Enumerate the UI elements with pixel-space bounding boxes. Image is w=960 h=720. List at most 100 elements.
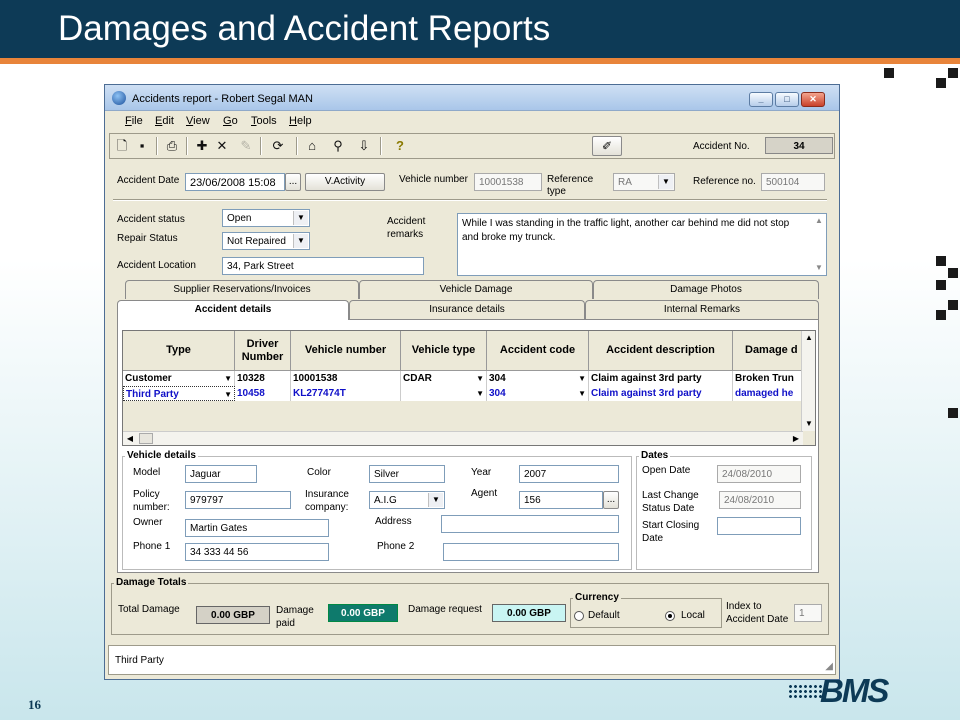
tab-accident-details[interactable]: Accident details [117,300,349,320]
model-field[interactable]: Jaguar [185,465,257,483]
scroll-up-icon[interactable]: ▲ [802,331,815,345]
accident-location-field[interactable]: 34, Park Street [222,257,424,275]
tab-insurance-details[interactable]: Insurance details [349,300,585,319]
toolbar-separator [260,137,262,155]
scroll-right-icon[interactable]: ▶ [789,432,803,445]
column-header-type[interactable]: Type [123,331,235,371]
report-icon[interactable]: ✐ [592,136,622,156]
phone2-field[interactable] [443,543,619,561]
last-change-status-date-field[interactable]: 24/08/2010 [719,491,801,509]
table-row[interactable]: Customer ▼ 10328 10001538 CDAR ▼ 304 ▼ Clai… [123,371,803,386]
cell-accident-description[interactable]: Claim against 3rd party [589,371,733,386]
minimize-button[interactable]: _ [749,92,773,107]
reference-no-label: Reference no. [693,176,756,187]
policy-number-field[interactable]: 979797 [185,491,291,509]
column-header-vehicle-number[interactable]: Vehicle number [291,331,401,371]
export-icon[interactable]: ⇩ [356,138,372,154]
grid-horizontal-scrollbar[interactable]: ◀ ▶ [123,431,803,445]
cell-damage-description[interactable]: Broken Trun [733,371,803,386]
chevron-down-icon: ▼ [428,493,443,507]
delete-icon[interactable]: ✕ [214,138,230,154]
menu-tools[interactable]: Tools [251,115,277,127]
accident-location-label: Accident Location [117,260,196,271]
accident-status-value: Open [227,213,252,224]
menu-go[interactable]: Go [223,115,238,127]
column-header-accident-code[interactable]: Accident code [487,331,589,371]
print-icon[interactable]: ⎙ [164,138,180,154]
year-field[interactable]: 2007 [519,465,619,483]
phone1-field[interactable]: 34 333 44 56 [185,543,329,561]
cell-type[interactable]: Third Party ▼ [123,386,235,401]
cell-accident-description[interactable]: Claim against 3rd party [589,386,733,401]
menu-view[interactable]: View [186,115,210,127]
repair-status-select[interactable]: Not Repaired ▼ [222,232,310,250]
menu-bar: File Edit View Go Tools Help [105,111,839,131]
accident-date-picker-button[interactable]: ... [285,173,301,191]
add-icon[interactable]: ✚ [194,138,210,154]
owner-label: Owner [133,517,163,528]
cell-vehicle-number[interactable]: KL277474T [291,386,401,401]
grid-vertical-scrollbar[interactable]: ▲ ▼ [801,331,815,431]
accident-date-field[interactable]: 23/06/2008 15:08 [185,173,285,191]
cell-type[interactable]: Customer ▼ [123,371,235,386]
save-icon[interactable]: ▪ [134,138,150,154]
open-date-field[interactable]: 24/08/2010 [717,465,801,483]
table-row[interactable]: Third Party ▼ 10458 KL277474T ▼ 304 ▼ Clai… [123,386,803,401]
cell-accident-code[interactable]: 304 ▼ [487,371,589,386]
reference-no-field[interactable]: 500104 [761,173,825,191]
index-to-accident-date-field[interactable]: 1 [794,604,822,622]
vehicle-number-field[interactable]: 10001538 [474,173,542,191]
owner-field[interactable]: Martin Gates [185,519,329,537]
color-field[interactable]: Silver [369,465,445,483]
insurance-company-label: Insurance company: [305,489,349,513]
scroll-up-icon[interactable]: ▲ [812,214,826,228]
scroll-left-icon[interactable]: ◀ [123,432,137,445]
agent-lookup-button[interactable]: ... [603,491,619,509]
resize-grip-icon[interactable]: ◢ [825,661,833,672]
accident-remarks-field[interactable]: While I was standing in the traffic ligh… [457,213,827,276]
new-icon[interactable]: 🗋 [114,138,130,154]
cell-damage-description[interactable]: damaged he [733,386,803,401]
accident-no-field: 34 [765,137,833,154]
decor-square [884,68,894,78]
cell-driver-number[interactable]: 10458 [235,386,291,401]
find-icon[interactable]: ⚲ [330,138,346,154]
accident-status-select[interactable]: Open ▼ [222,209,310,227]
scroll-down-icon[interactable]: ▼ [802,417,815,431]
close-button[interactable]: ✕ [801,92,825,107]
cell-accident-code[interactable]: 304 ▼ [487,386,589,401]
cell-vehicle-type[interactable]: ▼ [401,386,487,401]
insurance-company-select[interactable]: A.I.G ▼ [369,491,445,509]
vactivity-button[interactable]: V.Activity [305,173,385,191]
cell-vehicle-number[interactable]: 10001538 [291,371,401,386]
tab-vehicle-damage[interactable]: Vehicle Damage [359,280,593,299]
column-header-damage-description[interactable]: Damage d [733,331,803,371]
address-field[interactable] [441,515,619,533]
dates-group: Dates Open Date 24/08/2010 Last Change S… [636,450,812,570]
decor-square [936,78,946,88]
cell-driver-number[interactable]: 10328 [235,371,291,386]
edit-icon[interactable]: ✎ [238,138,254,154]
start-closing-date-field[interactable] [717,517,801,535]
column-header-accident-description[interactable]: Accident description [589,331,733,371]
scroll-thumb[interactable] [139,433,153,444]
refresh-icon[interactable]: ⟳ [270,138,286,154]
reference-type-select[interactable]: RA ▼ [613,173,675,191]
tab-internal-remarks[interactable]: Internal Remarks [585,300,819,319]
toolbar-separator [186,137,188,155]
agent-field[interactable]: 156 [519,491,603,509]
currency-local-radio[interactable] [665,611,675,621]
column-header-vehicle-type[interactable]: Vehicle type [401,331,487,371]
cell-vehicle-type[interactable]: CDAR ▼ [401,371,487,386]
column-header-driver-number[interactable]: Driver Number [235,331,291,371]
tab-damage-photos[interactable]: Damage Photos [593,280,819,299]
help-icon[interactable]: ? [392,138,408,154]
menu-file[interactable]: File [125,115,143,127]
scroll-down-icon[interactable]: ▼ [812,261,826,275]
menu-help[interactable]: Help [289,115,312,127]
tab-supplier-reservations[interactable]: Supplier Reservations/Invoices [125,280,359,299]
open-folder-icon[interactable]: ⌂ [304,138,320,154]
currency-default-radio[interactable] [574,611,584,621]
menu-edit[interactable]: Edit [155,115,174,127]
maximize-button[interactable]: □ [775,92,799,107]
